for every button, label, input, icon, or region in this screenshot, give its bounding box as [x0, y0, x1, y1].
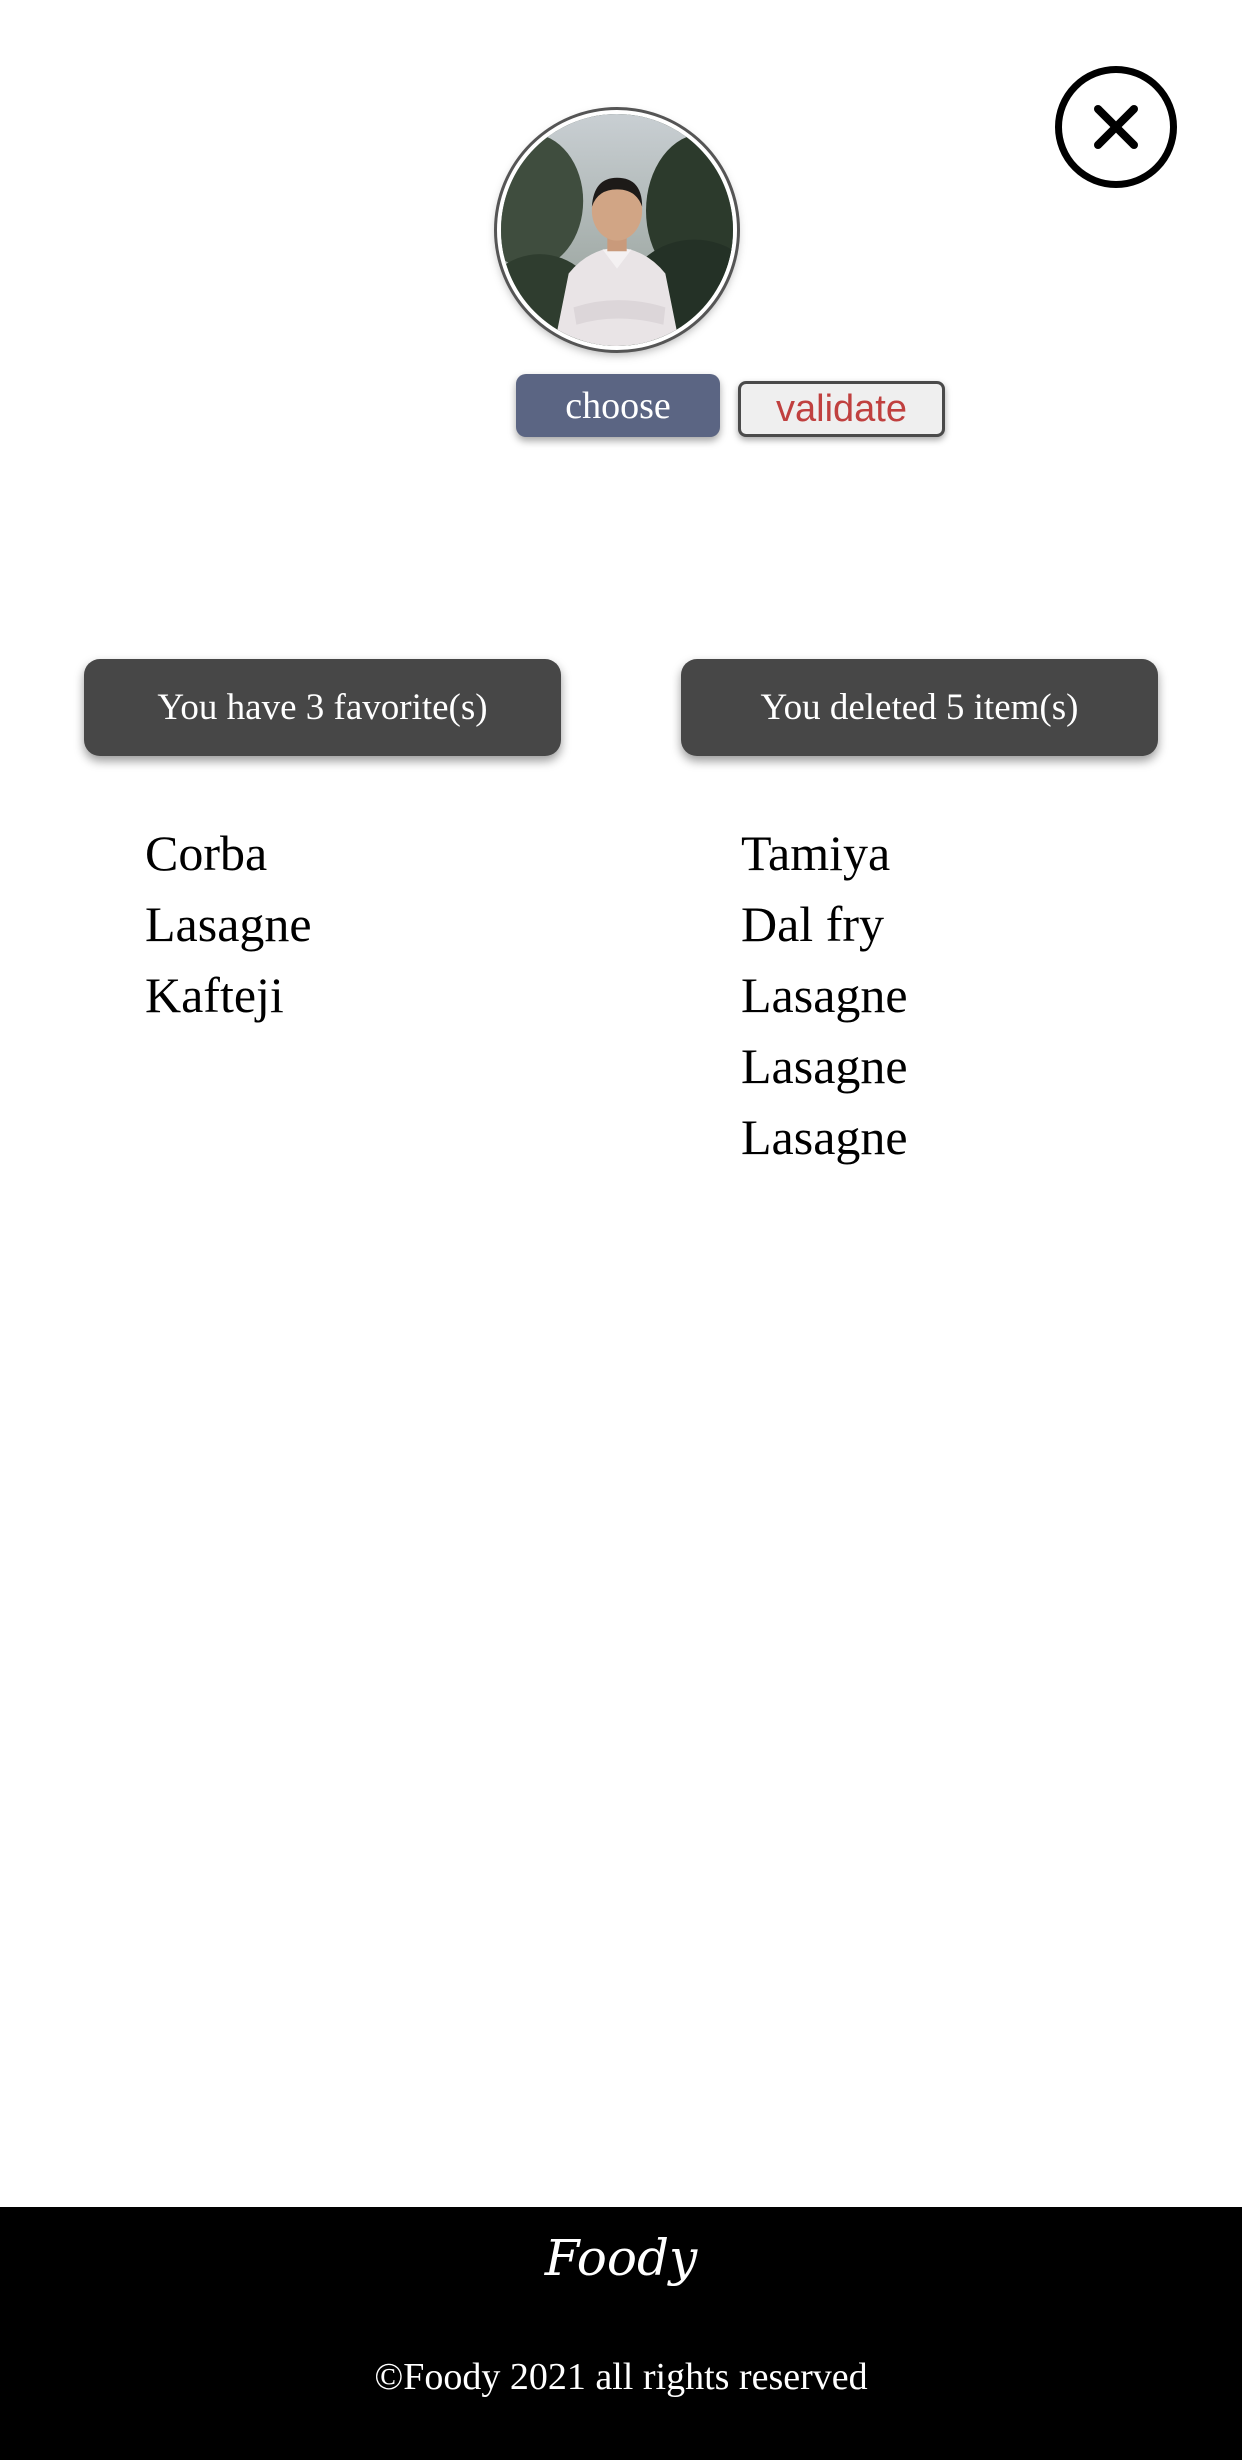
close-button[interactable]: [1055, 66, 1177, 188]
footer: Foody ©Foody 2021 all rights reserved: [0, 2207, 1242, 2460]
favorites-header: You have 3 favorite(s): [84, 659, 561, 756]
close-icon: [1094, 105, 1138, 149]
deleted-item: Lasagne: [741, 967, 908, 1023]
deleted-item: Lasagne: [741, 1038, 908, 1094]
avatar: [497, 110, 737, 350]
footer-brand-logo: Foody: [544, 2229, 698, 2287]
favorites-header-label: You have 3 favorite(s): [157, 687, 488, 728]
favorites-list: Corba Lasagne Kafteji: [145, 818, 312, 1031]
deleted-item: Tamiya: [741, 825, 891, 881]
favorite-item: Lasagne: [145, 896, 312, 952]
favorite-item: Kafteji: [145, 967, 284, 1023]
deleted-list: Tamiya Dal fry Lasagne Lasagne Lasagne: [741, 818, 908, 1173]
deleted-item: Dal fry: [741, 896, 884, 952]
validate-button[interactable]: validate: [738, 381, 945, 437]
user-photo-icon: [501, 114, 733, 346]
deleted-header: You deleted 5 item(s): [681, 659, 1158, 756]
deleted-item: Lasagne: [741, 1109, 908, 1165]
choose-button[interactable]: choose: [516, 374, 720, 437]
favorite-item: Corba: [145, 825, 268, 881]
deleted-header-label: You deleted 5 item(s): [760, 687, 1079, 728]
footer-copyright: ©Foody 2021 all rights reserved: [374, 2356, 868, 2398]
